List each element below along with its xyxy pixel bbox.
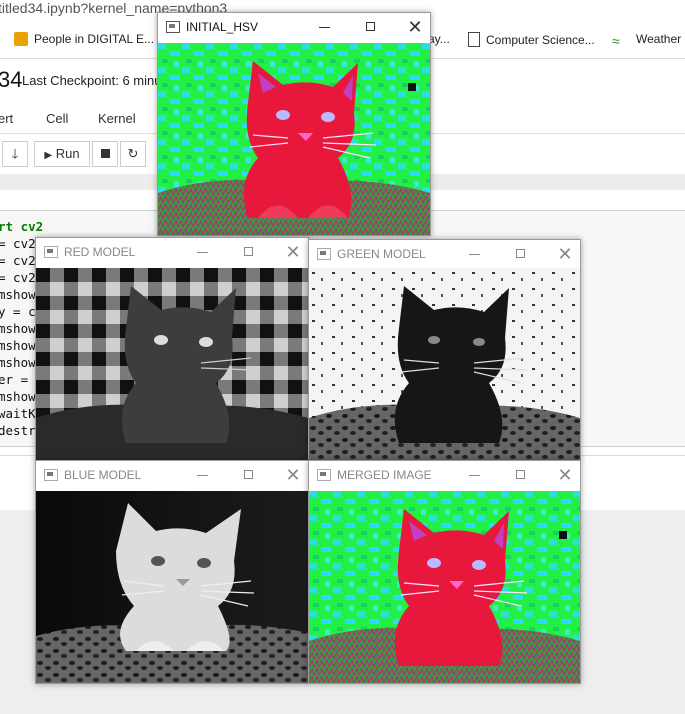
close-button[interactable]: ✕ [554,465,576,485]
move-down-button[interactable]: 🡓 [2,141,28,167]
kitten-red-channel-image [36,268,308,460]
bookmark-computer-science[interactable]: Computer Science... [468,32,595,47]
window-initial-hsv[interactable]: INITIAL_HSV ✕ [157,12,431,236]
menu-kernel[interactable]: Kernel [98,111,136,126]
window-titlebar[interactable]: GREEN MODEL ✕ [309,240,580,268]
image-initial-hsv [158,43,430,235]
window-red-model[interactable]: RED MODEL ✕ [35,237,309,461]
restart-button[interactable]: ↻ [120,141,146,167]
minimize-button[interactable] [192,242,214,262]
code-line: waitK [0,406,36,421]
maximize-button[interactable] [238,242,260,262]
window-merged-image[interactable]: MERGED IMAGE ✕ [308,460,581,684]
checkpoint-text: Last Checkpoint: 6 minu [22,73,162,88]
code-line: mshow [0,389,36,404]
code-line: = cv2 [0,236,36,251]
window-title: RED MODEL [64,245,136,259]
bookmark-icon [14,32,28,46]
code-line: mshow [0,287,36,302]
image-merged [309,491,580,683]
window-titlebar[interactable]: BLUE MODEL ✕ [36,461,308,489]
weather-icon: ≈ [612,33,620,49]
code-line: er = [0,372,29,387]
kitten-blue-channel-image [36,491,308,683]
window-app-icon [166,21,180,33]
minimize-button[interactable] [464,465,486,485]
run-button[interactable]: ▶ Run [34,141,90,167]
code-line: mshow [0,338,36,353]
maximize-button[interactable] [360,17,382,37]
maximize-button[interactable] [238,465,260,485]
code-line: y = c [0,304,36,319]
image-blue-model [36,491,308,683]
close-button[interactable]: ✕ [404,17,426,37]
menu-insert[interactable]: ert [0,111,13,126]
window-titlebar[interactable]: MERGED IMAGE ✕ [309,461,580,489]
maximize-button[interactable] [510,465,532,485]
maximize-button[interactable] [510,244,532,264]
code-line: = cv2 [0,270,36,285]
code-line: mshow [0,321,36,336]
window-titlebar[interactable]: INITIAL_HSV ✕ [158,13,430,41]
bookmark-partial[interactable]: ay... [428,32,450,46]
close-button[interactable]: ✕ [282,242,304,262]
stop-button[interactable] [92,141,118,167]
window-app-icon [44,246,58,258]
window-titlebar[interactable]: RED MODEL ✕ [36,238,308,266]
window-title: GREEN MODEL [337,247,426,261]
window-green-model[interactable]: GREEN MODEL ✕ [308,239,581,461]
image-green-model [309,268,580,460]
document-icon [468,32,480,47]
restart-icon: ↻ [127,146,139,161]
window-app-icon [317,248,331,260]
code-line: mshow [0,355,36,370]
bookmark-people[interactable]: People in DIGITAL E... [14,32,154,46]
kitten-merged-image [309,491,580,683]
close-button[interactable]: ✕ [554,244,576,264]
window-app-icon [317,469,331,481]
minimize-button[interactable] [314,17,336,37]
close-button[interactable]: ✕ [282,465,304,485]
stop-icon [100,149,110,158]
minimize-button[interactable] [192,465,214,485]
menu-cell[interactable]: Cell [46,111,68,126]
window-app-icon [44,469,58,481]
code-line: = cv2 [0,253,36,268]
code-line: rt cv2 [0,219,44,234]
window-title: MERGED IMAGE [337,468,432,482]
arrow-down-icon: 🡓 [11,146,19,161]
window-title: INITIAL_HSV [186,20,259,34]
kitten-green-channel-image [309,268,580,460]
minimize-button[interactable] [464,244,486,264]
window-title: BLUE MODEL [64,468,142,482]
image-red-model [36,268,308,460]
kitten-hsv-image [158,43,430,235]
bookmark-weather[interactable]: ≈Weather a [612,32,685,49]
notebook-name[interactable]: 34 [0,67,22,93]
play-icon: ▶ [44,150,53,161]
window-blue-model[interactable]: BLUE MODEL ✕ [35,460,309,684]
